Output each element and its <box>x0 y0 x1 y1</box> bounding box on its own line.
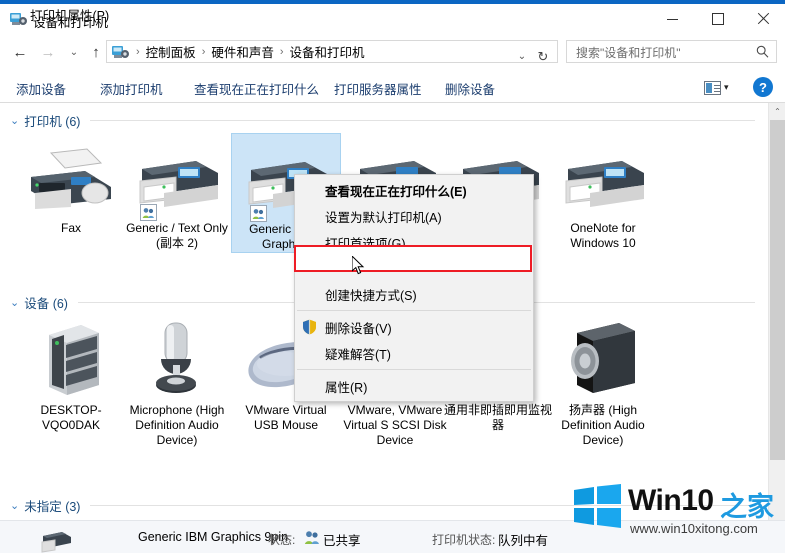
printer-label: Fax <box>60 221 81 235</box>
breadcrumb-item-hardware-and-sound[interactable]: 硬件和声音 <box>208 42 277 61</box>
breadcrumb-separator-2[interactable]: › <box>277 46 287 58</box>
chevron-down-icon[interactable]: ⌄ <box>10 296 19 309</box>
minimize-icon <box>667 18 678 20</box>
command-bar: 添加设备 添加打印机 查看现在正在打印什么 打印服务器属性 删除设备 ▾ ? <box>0 72 785 103</box>
device-tile-desktop[interactable]: DESKTOP-VQO0DAK <box>16 315 126 433</box>
context-menu-item-label: 删除设备(V) <box>325 321 392 336</box>
address-bar-row: ← → ⌄ ↑ › 控制面板 › 硬件和声音 › 设备和打印机 ⌄ ↻ <box>0 36 785 68</box>
microphone-icon <box>122 315 232 401</box>
minimize-button[interactable] <box>650 4 695 34</box>
command-see-whats-printing[interactable]: 查看现在正在打印什么 <box>190 78 323 99</box>
context-menu-item-printer-properties-label: 打印机属性(P) <box>30 9 110 23</box>
chevron-down-icon[interactable]: ⌄ <box>513 46 531 67</box>
printer-tile-fax[interactable]: Fax <box>16 133 126 236</box>
chevron-down-icon[interactable]: ⌄ <box>10 114 19 127</box>
printer-icon <box>548 133 658 219</box>
context-menu-separator <box>297 369 531 370</box>
change-view-button[interactable]: ▾ <box>704 78 738 97</box>
maximize-button[interactable] <box>695 4 740 34</box>
refresh-icon[interactable]: ↻ <box>533 46 553 67</box>
printer-label: Generic / Text Only (副本 2) <box>126 221 228 250</box>
group-header-printers[interactable]: ⌄ 打印机 (6) <box>10 111 755 130</box>
breadcrumb-item-control-panel[interactable]: 控制面板 <box>143 42 199 61</box>
speaker-icon <box>548 315 658 401</box>
close-icon <box>757 13 769 25</box>
context-menu-item-troubleshoot[interactable]: 疑难解答(T) <box>295 340 533 366</box>
device-tile-speaker[interactable]: 扬声器 (High Definition Audio Device) <box>548 315 658 448</box>
group-label-printers: 打印机 (6) <box>24 115 81 129</box>
device-tile-microphone[interactable]: Microphone (High Definition Audio Device… <box>122 315 232 448</box>
context-menu-item-set-as-default-printer[interactable]: 设置为默认打印机(A) <box>295 203 533 229</box>
breadcrumb-separator-0[interactable]: › <box>133 46 143 58</box>
desktop-tower-icon <box>16 315 126 401</box>
command-print-server-properties[interactable]: 打印服务器属性 <box>330 78 426 99</box>
status-value-state: 已共享 <box>323 534 361 548</box>
group-label-devices: 设备 (6) <box>24 297 68 311</box>
status-value-printer-state: 队列中有 <box>498 534 549 548</box>
command-remove-device[interactable]: 删除设备 <box>441 78 499 99</box>
printer-properties-highlight-box <box>294 245 532 272</box>
devices-and-printers-window: 设备和打印机 ← → ⌄ ↑ › 控制面板 › 硬件和声音 › 设备和打印机 ⌄… <box>0 0 785 553</box>
forward-button[interactable]: → <box>36 40 60 64</box>
chevron-down-icon[interactable]: ▾ <box>724 82 729 93</box>
up-button[interactable]: ↑ <box>84 40 108 64</box>
device-label: Microphone (High Definition Audio Device… <box>129 403 225 447</box>
printer-tile-generic-text-only[interactable]: Generic / Text Only (副本 2) <box>122 133 232 251</box>
scroll-up-button[interactable]: ⌃ <box>769 103 785 120</box>
fax-icon <box>16 133 126 219</box>
breadcrumb[interactable]: › 控制面板 › 硬件和声音 › 设备和打印机 ⌄ ↻ <box>106 40 558 64</box>
printer-tile-onenote[interactable]: OneNote for Windows 10 <box>548 133 658 251</box>
status-device-name: Generic IBM Graphics 9pin <box>138 530 289 544</box>
recent-locations-button[interactable]: ⌄ <box>62 40 86 64</box>
back-button[interactable]: ← <box>8 40 32 64</box>
close-button[interactable] <box>740 4 785 34</box>
shared-users-icon <box>140 204 157 221</box>
printer-label: OneNote for Windows 10 <box>570 221 636 250</box>
status-label-printer-state: 打印机状态: <box>432 533 496 547</box>
window-controls <box>650 4 785 34</box>
shared-users-icon <box>304 530 320 545</box>
help-button[interactable]: ? <box>753 77 773 97</box>
title-bar: 设备和打印机 <box>0 4 785 34</box>
watermark-brand-cn: 之家 <box>720 492 774 522</box>
device-label: 扬声器 (High Definition Audio Device) <box>561 403 645 447</box>
breadcrumb-devices-printers-icon <box>112 44 129 60</box>
search-icon <box>756 45 769 58</box>
shared-users-icon <box>250 205 267 222</box>
context-menu: 查看现在正在打印什么(E) 设置为默认打印机(A) 打印首选项(G) 创建快捷方… <box>294 174 534 402</box>
group-label-unspecified: 未指定 (3) <box>24 500 81 514</box>
maximize-icon <box>711 13 724 25</box>
status-label-state: 状态: <box>268 533 296 547</box>
view-layout-icon <box>704 80 721 95</box>
context-menu-item-properties[interactable]: 属性(R) <box>295 373 533 399</box>
command-add-device[interactable]: 添加设备 <box>12 78 70 99</box>
windows-logo-icon <box>574 484 622 528</box>
device-label: 通用非即插即用监视器 <box>444 403 553 432</box>
command-add-printer[interactable]: 添加打印机 <box>96 78 167 99</box>
context-menu-item-create-shortcut[interactable]: 创建快捷方式(S) <box>295 281 533 307</box>
printer-icon <box>40 527 74 553</box>
group-divider <box>90 120 755 121</box>
vertical-scrollbar[interactable]: ⌃ <box>768 103 785 529</box>
chevron-down-icon[interactable]: ⌄ <box>10 499 19 512</box>
device-label: VMware Virtual USB Mouse <box>245 403 327 432</box>
watermark: Win10 之家 www.win10xitong.com <box>572 478 785 544</box>
printer-icon <box>122 133 232 221</box>
scrollbar-thumb[interactable] <box>770 120 785 460</box>
context-menu-separator <box>297 310 531 311</box>
search-box[interactable] <box>566 40 777 63</box>
watermark-brand: Win10 <box>628 484 714 517</box>
breadcrumb-item-devices-and-printers[interactable]: 设备和打印机 <box>287 42 368 61</box>
devices-printers-icon <box>10 11 27 27</box>
watermark-url: www.win10xitong.com <box>630 521 758 536</box>
device-label: DESKTOP-VQO0DAK <box>40 403 102 432</box>
search-input[interactable] <box>574 43 743 63</box>
breadcrumb-separator-1[interactable]: › <box>199 46 209 58</box>
context-menu-item-see-whats-printing[interactable]: 查看现在正在打印什么(E) <box>295 177 533 203</box>
shield-icon <box>302 319 317 335</box>
arrow-cursor <box>351 254 365 275</box>
device-label: VMware, VMware Virtual S SCSI Disk Devic… <box>343 403 447 447</box>
context-menu-item-remove-device[interactable]: 删除设备(V) <box>295 314 533 340</box>
